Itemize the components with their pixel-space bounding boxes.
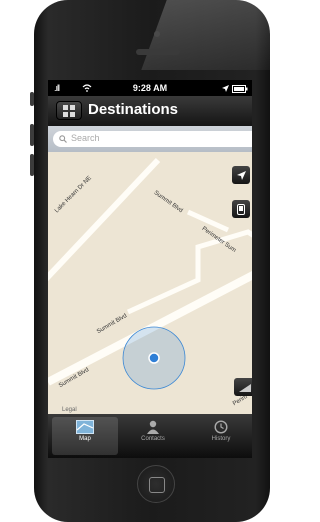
tab-map[interactable]: Map xyxy=(52,417,118,455)
device-button[interactable] xyxy=(232,200,250,218)
status-bar: .ıll 9:28 AM xyxy=(48,80,252,96)
earpiece-speaker xyxy=(136,49,180,55)
status-time: 9:28 AM xyxy=(132,83,168,93)
front-camera xyxy=(154,31,160,37)
tab-contacts-label: Contacts xyxy=(141,436,165,442)
phone-screen: .ıll 9:28 AM Destinations Search Lake He… xyxy=(48,80,252,458)
mute-switch xyxy=(30,92,34,106)
tab-contacts[interactable]: Contacts xyxy=(120,417,186,455)
search-icon xyxy=(59,135,67,143)
person-icon xyxy=(147,420,159,434)
legal-link[interactable]: Legal xyxy=(62,407,77,413)
location-arrow-icon xyxy=(236,171,246,181)
tab-map-label: Map xyxy=(79,436,91,442)
volume-up-button xyxy=(30,124,34,146)
current-location-dot xyxy=(148,352,160,364)
locate-button[interactable] xyxy=(232,166,250,184)
page-title: Destinations xyxy=(88,101,179,118)
tab-history[interactable]: History xyxy=(188,417,252,455)
menu-button[interactable] xyxy=(56,101,82,120)
location-arrow-icon xyxy=(222,85,230,93)
map-icon xyxy=(76,420,94,434)
search-bar: Search xyxy=(48,126,252,152)
map-view[interactable]: Lake Hearn Dr NE Summit Blvd Perimeter S… xyxy=(48,152,252,414)
home-button[interactable] xyxy=(137,465,175,503)
home-square-icon xyxy=(149,477,165,493)
navigation-bar: Destinations xyxy=(48,96,252,127)
map-options-button[interactable] xyxy=(234,378,252,396)
search-placeholder: Search xyxy=(71,133,100,143)
glass-glare xyxy=(141,0,307,70)
phone-icon xyxy=(237,204,245,216)
search-input[interactable]: Search xyxy=(53,131,252,147)
status-right xyxy=(222,83,248,93)
volume-down-button xyxy=(30,154,34,176)
tab-history-label: History xyxy=(211,436,231,442)
page-curl-icon xyxy=(239,383,251,392)
tab-bar: Map Contacts History xyxy=(48,414,252,458)
clock-icon xyxy=(214,420,228,434)
battery-icon xyxy=(232,84,248,93)
